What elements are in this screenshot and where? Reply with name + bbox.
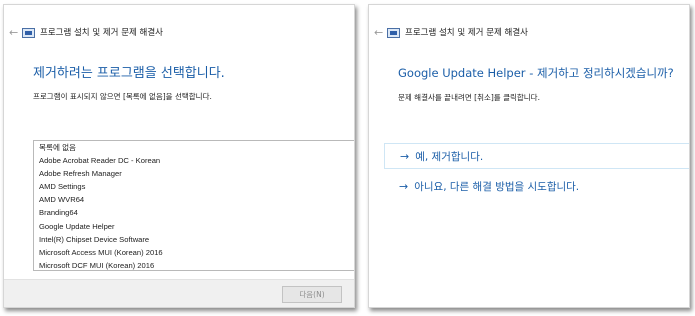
troubleshooter-icon [22, 28, 35, 38]
option-label: 예, 제거합니다. [415, 150, 484, 163]
footer-bar: 다음(N) [4, 279, 354, 307]
list-item[interactable]: Intel(R) Chipset Device Software [34, 233, 354, 246]
list-item[interactable]: AMD Settings [34, 180, 354, 193]
list-item[interactable]: Google Update Helper [34, 220, 354, 233]
instruction-text: 프로그램이 표시되지 않으면 [목록에 없음]을 선택합니다. [33, 92, 212, 101]
title-bar: ← 프로그램 설치 및 제거 문제 해결사 [4, 25, 354, 41]
select-program-window: ← 프로그램 설치 및 제거 문제 해결사 제거하려는 프로그램을 선택합니다.… [3, 4, 355, 308]
list-item[interactable]: 목록에 없음 [34, 141, 354, 154]
page-heading: Google Update Helper - 제거하고 정리하시겠습니까? [398, 66, 674, 80]
back-arrow-icon[interactable]: ← [9, 25, 18, 41]
right-arrow-icon: → [399, 179, 409, 193]
list-item[interactable]: Microsoft DCF MUI (Korean) 2016 [34, 259, 354, 270]
list-item[interactable]: Adobe Refresh Manager [34, 167, 354, 180]
troubleshooter-icon [387, 28, 400, 38]
right-arrow-icon: → [400, 149, 410, 163]
instruction-text: 문제 해결사를 끝내려면 [취소]를 클릭합니다. [398, 93, 540, 102]
list-item[interactable]: Branding64 [34, 206, 354, 219]
list-item[interactable]: AMD WVR64 [34, 193, 354, 206]
list-item[interactable]: Microsoft Access MUI (Korean) 2016 [34, 246, 354, 259]
uninstall-yes-link[interactable]: → 예, 제거합니다. [384, 143, 689, 169]
try-other-solution-link[interactable]: → 아니요, 다른 해결 방법을 시도합니다. [384, 173, 689, 199]
window-title: 프로그램 설치 및 제거 문제 해결사 [405, 28, 528, 38]
title-bar: ← 프로그램 설치 및 제거 문제 해결사 [369, 25, 689, 41]
confirm-uninstall-window: ← 프로그램 설치 및 제거 문제 해결사 Google Update Help… [368, 4, 690, 308]
next-button[interactable]: 다음(N) [282, 286, 342, 303]
program-list[interactable]: 목록에 없음 Adobe Acrobat Reader DC - Korean … [33, 140, 354, 271]
window-title: 프로그램 설치 및 제거 문제 해결사 [40, 28, 163, 38]
back-arrow-icon[interactable]: ← [374, 25, 383, 41]
page-heading: 제거하려는 프로그램을 선택합니다. [33, 66, 225, 81]
option-label: 아니요, 다른 해결 방법을 시도합니다. [414, 180, 580, 193]
list-item[interactable]: Adobe Acrobat Reader DC - Korean [34, 154, 354, 167]
